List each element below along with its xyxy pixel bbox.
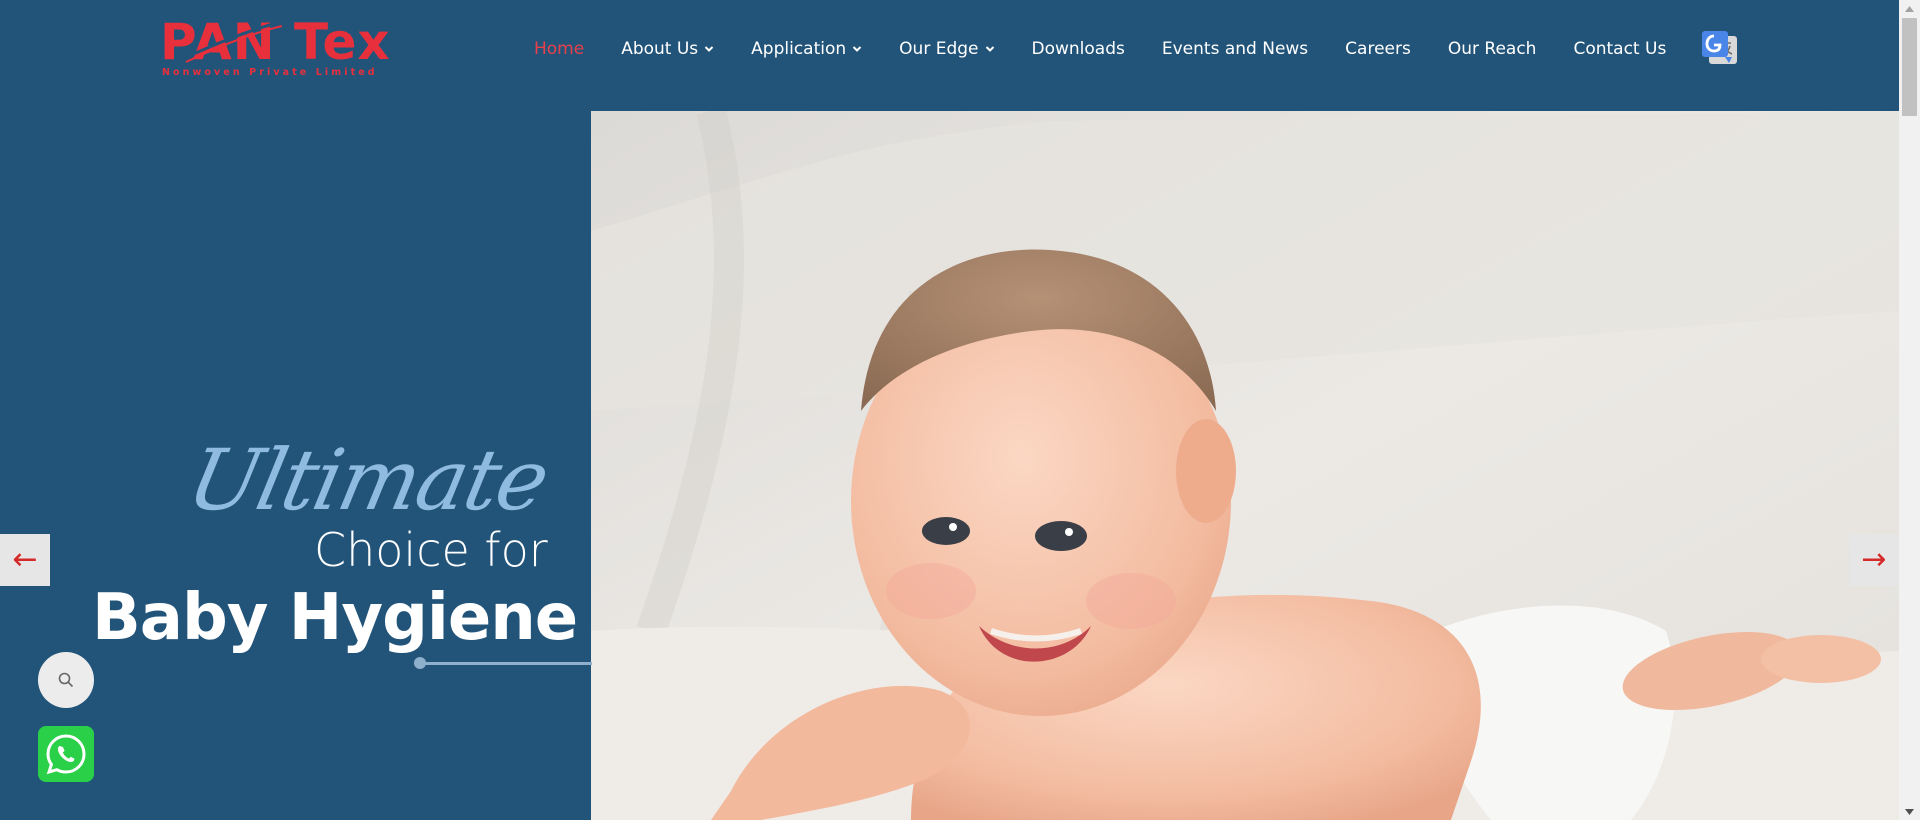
arrow-left-icon: ← xyxy=(12,542,38,577)
search-icon xyxy=(58,672,74,688)
nav-label: Home xyxy=(534,39,585,59)
chevron-down-icon xyxy=(704,46,714,52)
slider-prev-button[interactable]: ← xyxy=(0,534,50,586)
chevron-down-icon xyxy=(985,46,994,52)
nav-label: Downloads xyxy=(1031,39,1125,59)
slider-next-button[interactable]: → xyxy=(1849,534,1899,586)
hero-accent-line xyxy=(420,662,592,665)
nav-label: Contact Us xyxy=(1573,39,1667,59)
page: PAN Tex Nonwoven Private Limited Home Ab… xyxy=(0,0,1899,820)
nav-label: Careers xyxy=(1345,39,1411,59)
nav-label: Events and News xyxy=(1161,39,1309,59)
google-translate-icon[interactable] xyxy=(1701,30,1739,68)
hero-image-smiling-baby xyxy=(591,111,1899,820)
baby-photo-illustration xyxy=(591,111,1899,820)
floating-whatsapp-button[interactable] xyxy=(38,726,94,782)
pantex-logo[interactable]: PAN Tex Nonwoven Private Limited xyxy=(160,14,422,84)
nav-careers[interactable]: Careers xyxy=(1345,38,1411,60)
nav-application[interactable]: Application xyxy=(751,38,862,60)
nav-label: Application xyxy=(751,39,847,59)
nav-our-edge[interactable]: Our Edge xyxy=(899,38,994,60)
hero-accent-dot xyxy=(414,657,426,669)
nav-label: Our Reach xyxy=(1447,39,1537,59)
nav-contact-us[interactable]: Contact Us xyxy=(1573,38,1666,60)
whatsapp-icon xyxy=(46,734,86,775)
page-scrollbar[interactable] xyxy=(1899,0,1920,820)
nav-home[interactable]: Home xyxy=(534,38,584,60)
main-nav: Home About Us Application Our Edge Downl… xyxy=(534,38,1703,60)
nav-label: Our Edge xyxy=(899,39,979,59)
nav-our-reach[interactable]: Our Reach xyxy=(1448,38,1537,60)
floating-search-button[interactable] xyxy=(38,652,94,708)
nav-about-us[interactable]: About Us xyxy=(621,38,714,60)
nav-label: About Us xyxy=(621,39,699,59)
hero-heading: Ultimate Choice for Baby Hygiene xyxy=(0,430,578,670)
scroll-up-arrow-icon[interactable] xyxy=(1899,0,1920,17)
nav-events-and-news[interactable]: Events and News xyxy=(1162,38,1308,60)
scrollbar-thumb[interactable] xyxy=(1902,18,1917,116)
logo-tagline: Nonwoven Private Limited xyxy=(162,67,378,78)
hero-script-word: Ultimate xyxy=(179,431,556,529)
hero-headline: Baby Hygiene xyxy=(92,581,578,655)
nav-downloads[interactable]: Downloads xyxy=(1032,38,1125,60)
logo-swoosh-icon xyxy=(179,20,282,63)
chevron-down-icon xyxy=(852,46,862,52)
arrow-right-icon: → xyxy=(1861,542,1887,577)
hero-subheading: Choice for xyxy=(314,523,548,577)
scroll-down-arrow-icon[interactable] xyxy=(1899,803,1920,820)
